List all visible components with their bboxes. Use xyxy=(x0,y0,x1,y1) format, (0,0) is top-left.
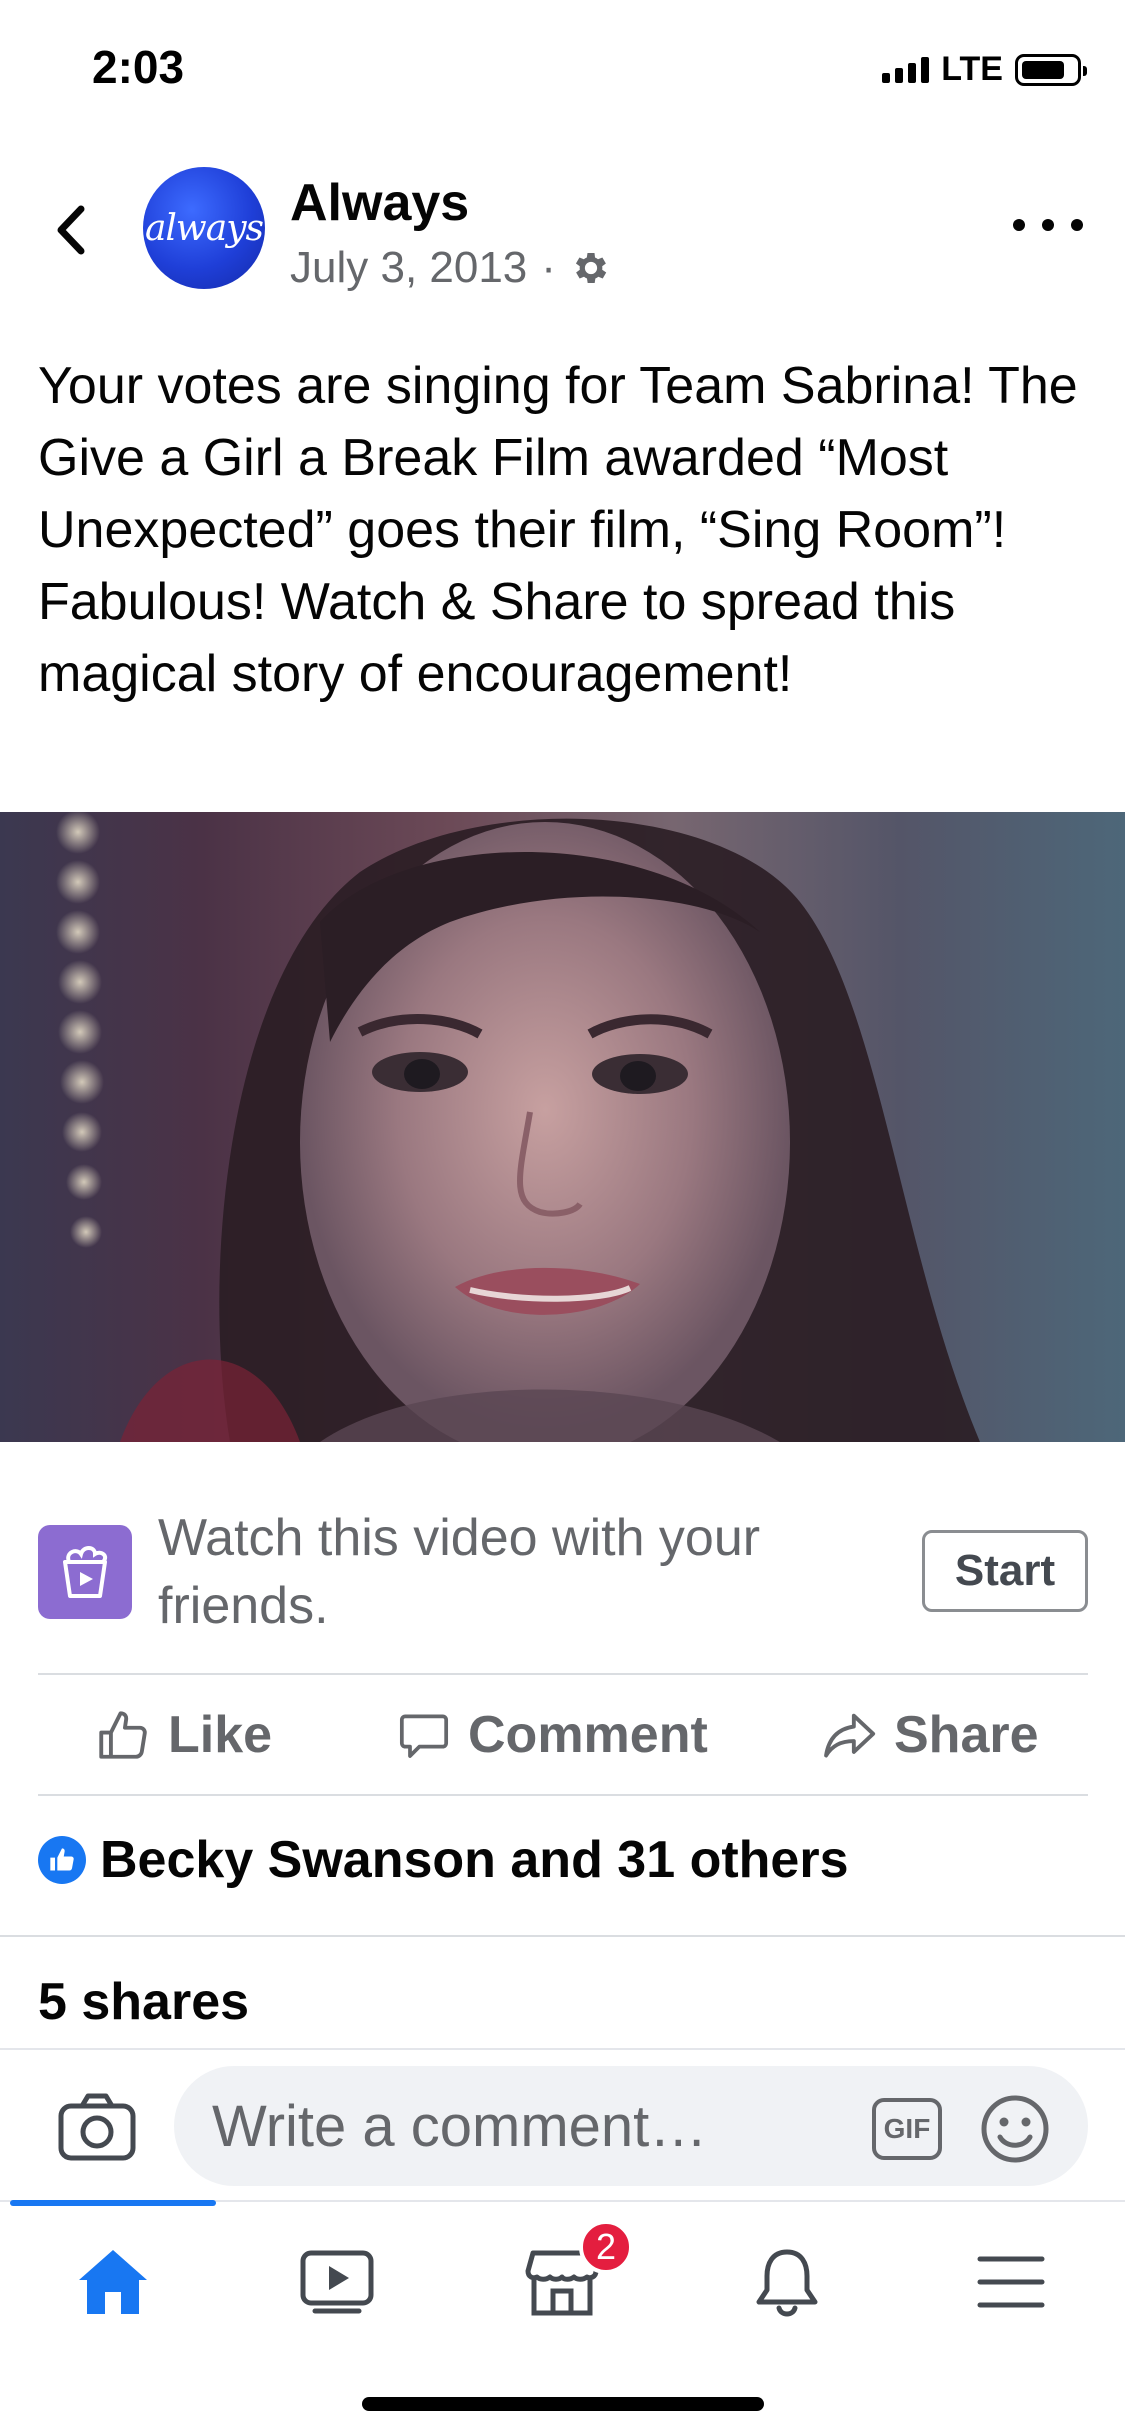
page-name[interactable]: Always xyxy=(290,173,469,233)
back-button[interactable] xyxy=(40,195,100,265)
comment-bar: GIF xyxy=(0,2048,1125,2200)
post-text: Your votes are singing for Team Sabrina!… xyxy=(38,357,1078,703)
menu-icon xyxy=(977,2256,1045,2308)
divider xyxy=(0,1935,1125,1937)
status-indicators: LTE xyxy=(882,50,1087,89)
battery-icon xyxy=(1015,53,1087,86)
meta-separator: · xyxy=(541,243,556,292)
dot xyxy=(1071,219,1083,231)
more-options-button[interactable] xyxy=(1013,205,1083,245)
post-header: always Always July 3, 2013 · xyxy=(0,165,1125,295)
notification-badge: 2 xyxy=(579,2220,633,2274)
post-meta: July 3, 2013 · xyxy=(290,243,612,293)
smiley-icon xyxy=(981,2095,1049,2163)
like-button[interactable]: Like xyxy=(94,1676,272,1794)
bell-icon xyxy=(756,2249,818,2317)
post-date[interactable]: July 3, 2013 xyxy=(290,243,527,293)
gear-icon xyxy=(575,252,607,284)
camera-button[interactable] xyxy=(58,2092,136,2162)
share-label: Share xyxy=(894,1706,1039,1764)
comment-button[interactable]: Comment xyxy=(396,1676,708,1794)
watch-party-icon xyxy=(38,1525,132,1619)
divider xyxy=(38,1673,1088,1675)
dot xyxy=(1013,219,1025,231)
like-label: Like xyxy=(168,1706,273,1764)
start-watch-party-button[interactable]: Start xyxy=(922,1530,1088,1612)
signal-icon xyxy=(882,56,930,83)
brand-logo: always xyxy=(144,207,264,249)
tab-watch[interactable] xyxy=(282,2232,392,2332)
gif-button[interactable]: GIF xyxy=(872,2098,942,2160)
reactions-text: Becky Swanson and 31 others xyxy=(100,1831,849,1889)
video-thumbnail xyxy=(56,812,980,1442)
video-player[interactable] xyxy=(0,812,1125,1442)
divider xyxy=(38,1794,1088,1796)
home-indicator xyxy=(362,2397,764,2411)
reactions-summary[interactable]: Becky Swanson and 31 others xyxy=(38,1830,849,1890)
thumbs-up-icon xyxy=(99,1711,147,1759)
tab-marketplace[interactable]: 2 xyxy=(507,2220,633,2332)
share-icon xyxy=(824,1713,876,1758)
home-icon xyxy=(79,2250,147,2314)
dot xyxy=(1042,219,1054,231)
status-time: 2:03 xyxy=(92,41,185,93)
comment-label: Comment xyxy=(468,1706,708,1764)
comment-input[interactable] xyxy=(174,2066,1088,2186)
like-reaction-icon xyxy=(38,1836,86,1884)
tab-menu[interactable] xyxy=(956,2232,1066,2332)
emoji-button[interactable] xyxy=(980,2094,1050,2164)
network-type: LTE xyxy=(941,50,1003,88)
watch-party-row: Watch this video with your friends. Star… xyxy=(0,1500,1125,1635)
status-bar: 2:03 LTE xyxy=(0,0,1125,140)
page-avatar[interactable]: always xyxy=(143,167,265,289)
comment-icon xyxy=(399,1714,449,1758)
tab-notifications[interactable] xyxy=(732,2232,842,2332)
tab-home[interactable] xyxy=(58,2232,168,2332)
camera-icon xyxy=(58,2093,136,2161)
watch-party-text: Watch this video with your friends. xyxy=(158,1509,761,1635)
video-icon xyxy=(300,2250,374,2314)
share-button[interactable]: Share xyxy=(820,1676,1039,1794)
shares-count[interactable]: 5 shares xyxy=(38,1972,249,2032)
active-tab-indicator xyxy=(10,2200,216,2206)
chevron-left-icon xyxy=(57,205,85,255)
post-action-bar: Like Comment Share xyxy=(0,1676,1125,1794)
